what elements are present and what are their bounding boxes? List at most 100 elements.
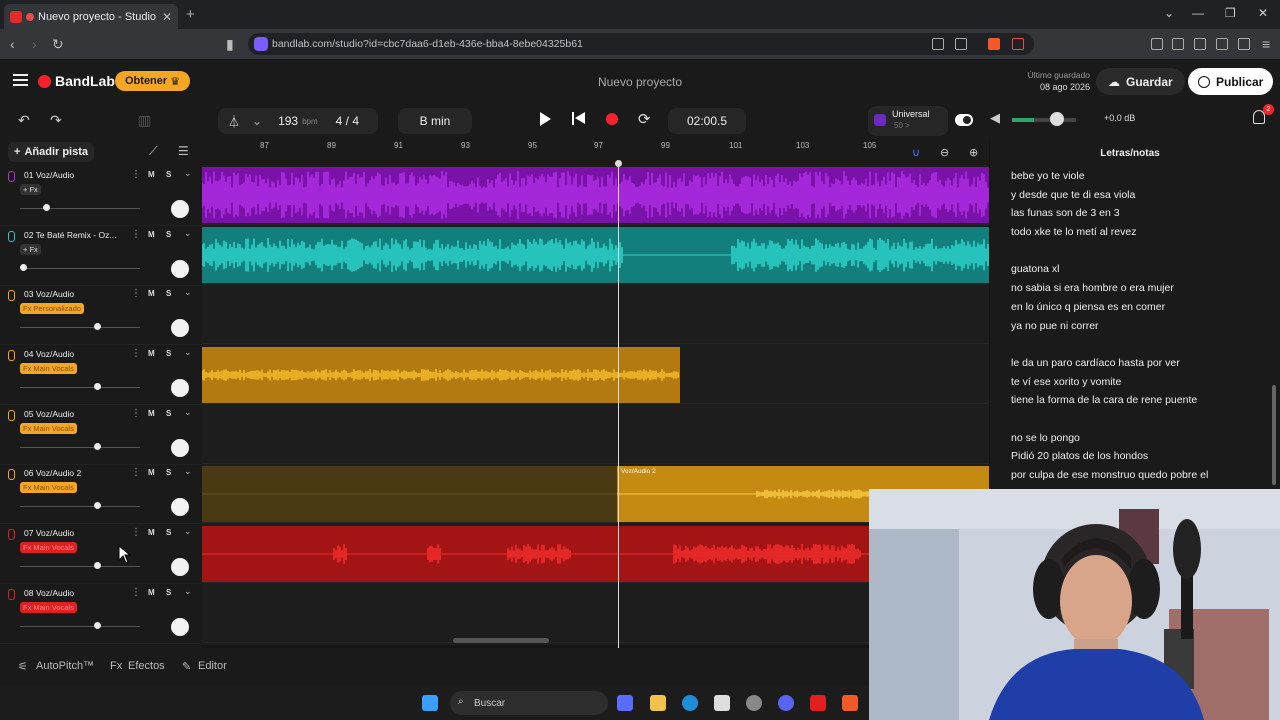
track-volume-slider[interactable] [20, 208, 140, 209]
track-volume-knob[interactable] [94, 383, 101, 390]
track-name[interactable]: 07 Voz/Audio [24, 528, 74, 538]
track-header[interactable]: 05 Voz/Audio Fx Main Vocals ⋮ M S ⌄ [0, 405, 202, 465]
url-field[interactable]: bandlab.com/studio?id=cbc7daa6-d1eb-436e… [248, 33, 1034, 55]
audio-clip[interactable] [202, 466, 617, 522]
mute-button[interactable]: M [148, 349, 155, 358]
expand-track-chevron-icon[interactable]: ⌄ [184, 466, 192, 477]
track-name[interactable]: 03 Voz/Audio [24, 289, 74, 299]
audio-clip[interactable] [202, 227, 989, 283]
mute-button[interactable]: M [148, 528, 155, 537]
metronome-menu-chevron-icon[interactable]: ⌄ [252, 114, 262, 128]
key-selector[interactable]: B min [398, 108, 472, 134]
record-button[interactable] [606, 113, 618, 125]
timeline-ruler[interactable]: 87 89 91 93 95 97 99 101 103 105 ∪ ⊖ ⊕ [202, 138, 989, 165]
solo-button[interactable]: S [166, 468, 171, 477]
brave-shield-icon[interactable] [988, 38, 1000, 50]
track-volume-knob[interactable] [20, 264, 27, 271]
track-name[interactable]: 08 Voz/Audio [24, 588, 74, 598]
track-lane[interactable] [202, 404, 989, 464]
track-fx-badge[interactable]: + Fx [20, 184, 41, 195]
expand-track-chevron-icon[interactable]: ⌄ [184, 526, 192, 537]
track-header[interactable]: 01 Voz/Audio + Fx ⋮ M S ⌄ [0, 166, 202, 226]
playhead[interactable] [618, 162, 619, 648]
track-pan-knob[interactable] [171, 618, 189, 636]
mute-button[interactable]: M [148, 409, 155, 418]
track-header[interactable]: 07 Voz/Audio Fx Main Vocals ⋮ M S ⌄ [0, 524, 202, 584]
track-volume-slider[interactable] [20, 387, 140, 388]
lyrics-text[interactable]: bebe yo te viole y desde que te di esa vi… [1011, 170, 1271, 488]
automation-icon[interactable]: ⟋ [149, 144, 157, 159]
track-name[interactable]: 06 Voz/Audio 2 [24, 468, 81, 478]
zoom-out-icon[interactable]: ⊖ [940, 146, 949, 159]
track-header[interactable]: 08 Voz/Audio Fx Main Vocals ⋮ M S ⌄ [0, 584, 202, 644]
chatgpt-icon[interactable] [746, 695, 762, 711]
zoom-in-icon[interactable]: ⊕ [969, 146, 978, 159]
skip-to-start-button[interactable] [572, 112, 586, 126]
track-header[interactable]: 04 Voz/Audio Fx Main Vocals ⋮ M S ⌄ [0, 345, 202, 405]
track-options-icon[interactable]: ⋮ [131, 229, 141, 240]
mute-button[interactable]: M [148, 170, 155, 179]
track-options-icon[interactable]: ⋮ [131, 348, 141, 359]
reader-icon[interactable] [932, 38, 944, 50]
browser-menu-icon[interactable]: ≡ [1262, 36, 1270, 52]
favorites-icon[interactable] [1216, 38, 1228, 50]
track-volume-knob[interactable] [43, 204, 50, 211]
track-volume-knob[interactable] [94, 443, 101, 450]
bandlab-app-icon[interactable] [810, 695, 826, 711]
windows-start-icon[interactable] [422, 695, 438, 711]
solo-button[interactable]: S [166, 230, 171, 239]
track-pan-knob[interactable] [171, 200, 189, 218]
edge-icon[interactable] [682, 695, 698, 711]
add-track-button[interactable]: + Añadir pista [8, 142, 95, 162]
track-volume-knob[interactable] [94, 562, 101, 569]
metronome-icon[interactable]: ⏃ [228, 113, 240, 130]
brave-icon[interactable] [842, 695, 858, 711]
redo-icon[interactable]: ↷ [50, 112, 62, 129]
expand-track-chevron-icon[interactable]: ⌄ [184, 287, 192, 298]
track-pan-knob[interactable] [171, 260, 189, 278]
sidebar-icon[interactable] [1172, 38, 1184, 50]
maximize-button[interactable]: ❐ [1225, 6, 1236, 20]
save-button[interactable]: ☁ Guardar [1096, 68, 1185, 95]
solo-button[interactable]: S [166, 170, 171, 179]
track-volume-slider[interactable] [20, 327, 140, 328]
bpm-value[interactable]: 193 [278, 114, 298, 128]
audio-clip[interactable] [202, 167, 989, 223]
lyrics-scrollbar[interactable] [1272, 385, 1276, 485]
track-name[interactable]: 02 Te Baté Remix - Oz... [24, 230, 116, 240]
track-volume-slider[interactable] [20, 268, 140, 269]
new-tab-button[interactable]: + [186, 6, 195, 23]
extensions-icon[interactable] [1151, 38, 1163, 50]
time-signature[interactable]: 4 / 4 [336, 114, 359, 128]
track-volume-knob[interactable] [94, 323, 101, 330]
track-settings-icon[interactable]: ☰ [178, 144, 189, 158]
master-volume-knob[interactable] [1050, 112, 1064, 126]
track-options-icon[interactable]: ⋮ [131, 587, 141, 598]
track-header[interactable]: 06 Voz/Audio 2 Fx Main Vocals ⋮ M S ⌄ [0, 464, 202, 524]
track-options-icon[interactable]: ⋮ [131, 288, 141, 299]
get-membership-button[interactable]: Obtener ♛ [115, 71, 191, 91]
reload-icon[interactable]: ↻ [52, 36, 64, 53]
bandlab-logo[interactable]: BandLab [38, 73, 115, 89]
track-volume-slider[interactable] [20, 566, 140, 567]
track-volume-knob[interactable] [94, 502, 101, 509]
undo-icon[interactable]: ↶ [18, 112, 30, 129]
track-volume-slider[interactable] [20, 506, 140, 507]
track-fx-badge[interactable]: Fx Personalizado [20, 303, 84, 314]
expand-track-chevron-icon[interactable]: ⌄ [184, 407, 192, 418]
track-fx-badge[interactable]: Fx Main Vocals [20, 542, 77, 553]
track-pan-knob[interactable] [171, 319, 189, 337]
solo-button[interactable]: S [166, 289, 171, 298]
store-icon[interactable] [714, 695, 730, 711]
solo-button[interactable]: S [166, 528, 171, 537]
track-lane[interactable] [202, 284, 989, 344]
cast-icon[interactable] [955, 38, 967, 50]
solo-button[interactable]: S [166, 349, 171, 358]
track-fx-badge[interactable]: Fx Main Vocals [20, 482, 77, 493]
solo-button[interactable]: S [166, 588, 171, 597]
back-icon[interactable]: ‹ [10, 36, 15, 52]
tab-search-icon[interactable]: ⌄ [1164, 6, 1174, 20]
track-fx-badge[interactable]: Fx Main Vocals [20, 602, 77, 613]
track-name[interactable]: 04 Voz/Audio [24, 349, 74, 359]
menu-icon[interactable] [13, 74, 28, 86]
